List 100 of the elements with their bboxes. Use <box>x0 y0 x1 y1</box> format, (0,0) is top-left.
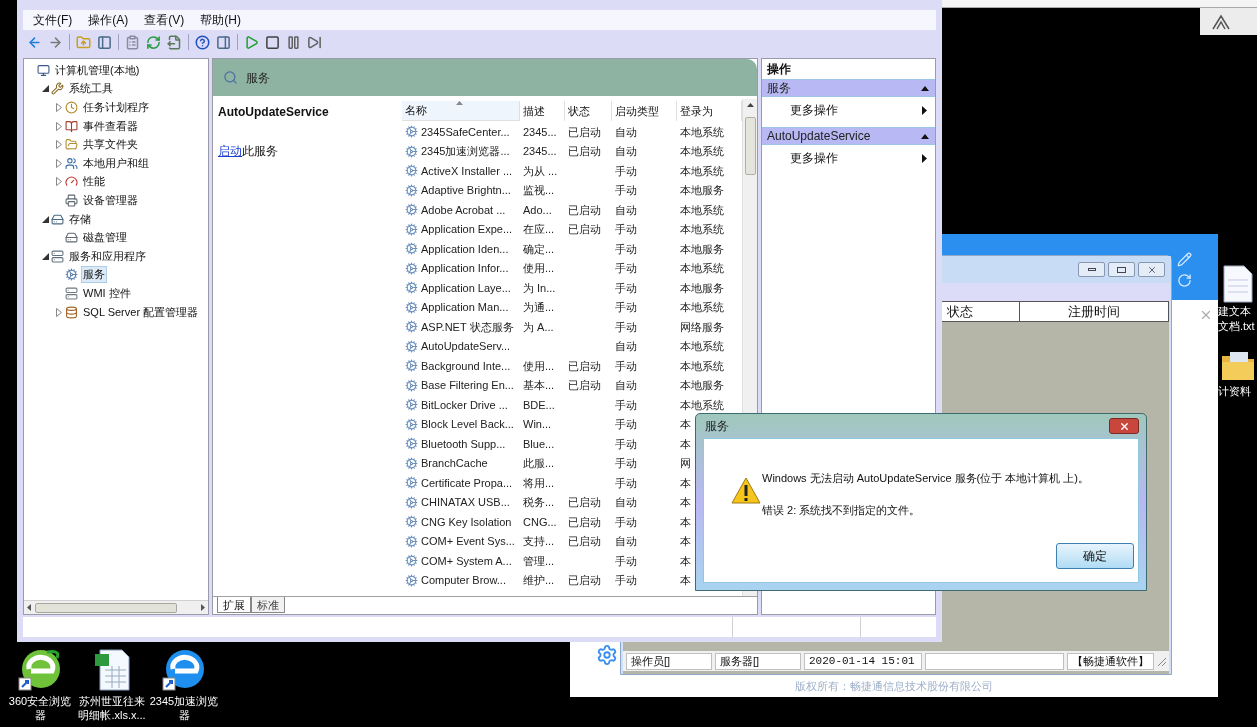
tree-item[interactable]: 本地用户和组 <box>81 154 151 172</box>
gear-icon <box>405 339 418 353</box>
gear-icon <box>405 495 418 509</box>
column-label: 描述 <box>523 103 545 119</box>
gear-icon <box>405 398 418 412</box>
table-cell-text: Application Iden... <box>421 241 509 257</box>
menu-item[interactable]: 文件(F) <box>31 11 75 29</box>
ok-button[interactable]: 确定 <box>1056 543 1134 569</box>
column-header[interactable]: 名称 <box>402 101 520 121</box>
tree-item[interactable]: 系统工具 <box>67 80 115 98</box>
export-icon[interactable] <box>167 34 182 50</box>
tree-item[interactable]: 服务 <box>81 266 107 284</box>
resize-grip-icon[interactable] <box>1157 656 1166 666</box>
desktop-icon-label[interactable]: 360安全浏览器 <box>5 694 75 722</box>
scroll-right-icon[interactable] <box>201 604 205 611</box>
action-item[interactable]: 更多操作 <box>762 145 935 171</box>
desktop-icon-label[interactable]: 2345加速浏览器 <box>149 694 219 722</box>
collapsed-arrow-icon[interactable] <box>56 121 62 131</box>
collapse-caret-icon[interactable] <box>921 85 929 91</box>
stop-icon[interactable] <box>265 34 280 50</box>
collapsed-arrow-icon[interactable] <box>56 158 62 168</box>
horizontal-scrollbar[interactable] <box>24 600 208 614</box>
tree-item[interactable]: 磁盘管理 <box>81 229 129 247</box>
desktop-icon-label[interactable]: 苏州世亚往来明细帐.xls.x... <box>77 694 147 722</box>
tree-item[interactable]: 事件查看器 <box>81 117 140 135</box>
tree-item[interactable]: 设备管理器 <box>81 191 140 209</box>
menu-item[interactable]: 查看(V) <box>142 11 187 29</box>
browser-shortcut-icon[interactable] <box>161 648 207 692</box>
tree-item[interactable]: 存储 <box>67 210 93 228</box>
collapsed-arrow-icon[interactable] <box>56 140 62 150</box>
column-header[interactable]: 描述 <box>520 101 565 121</box>
close-button[interactable] <box>1109 418 1139 434</box>
collapsed-arrow-icon[interactable] <box>56 103 62 112</box>
error-message: Windows 无法启动 AutoUpdateService 服务(位于 本地计算机 上)。 <box>762 471 1089 486</box>
view-tab[interactable]: 扩展 <box>217 597 251 613</box>
minimize-button[interactable] <box>1078 262 1105 277</box>
expanded-arrow-icon[interactable] <box>42 85 49 93</box>
action-item[interactable]: 更多操作 <box>762 97 935 123</box>
table-cell-text: 手动 <box>615 514 637 530</box>
table-cell-text: Background Inte... <box>421 358 511 374</box>
tree-item[interactable]: SQL Server 配置管理器 <box>81 303 201 321</box>
desktop-icon-label[interactable]: 建文本文档.txt <box>1218 304 1257 334</box>
collapse-caret-icon[interactable] <box>921 133 929 139</box>
pencil-icon[interactable] <box>1177 252 1192 267</box>
gear-icon <box>405 183 418 197</box>
collapsed-arrow-icon[interactable] <box>56 307 62 317</box>
table-cell-text: 网络服务 <box>680 319 724 335</box>
tree-item[interactable]: 共享文件夹 <box>81 136 140 154</box>
view-tab[interactable]: 标准 <box>251 597 285 613</box>
table-cell-text: 基本... <box>523 378 555 393</box>
close-icon[interactable] <box>1199 308 1213 322</box>
column-header[interactable]: 启动类型 <box>612 101 677 121</box>
pause-icon[interactable] <box>286 34 301 50</box>
table-cell-text: 本 <box>680 514 691 530</box>
browser-shortcut-icon[interactable] <box>17 648 63 692</box>
chevron-logo-icon <box>1212 13 1230 30</box>
scroll-left-icon[interactable] <box>27 604 31 611</box>
action-group-header[interactable]: 服务 <box>762 79 935 97</box>
collapsed-arrow-icon[interactable] <box>56 177 62 187</box>
table-cell-text: 将用... <box>523 475 555 491</box>
tree-item[interactable]: 计算机管理(本地) <box>53 61 142 79</box>
help-icon[interactable] <box>195 34 210 50</box>
table-cell-text: 手动 <box>615 280 637 296</box>
scroll-up-icon[interactable] <box>746 103 754 107</box>
action-group-header[interactable]: AutoUpdateService <box>762 127 935 145</box>
forward-arrow-icon[interactable] <box>48 34 63 50</box>
resume-icon[interactable] <box>307 34 322 50</box>
table-cell-text: 手动 <box>615 300 637 315</box>
scroll-thumb[interactable] <box>35 602 177 613</box>
menu-item[interactable]: 帮助(H) <box>198 11 243 29</box>
refresh-icon[interactable] <box>146 34 161 50</box>
refresh-icon[interactable] <box>1177 273 1192 288</box>
table-cell-text: 为通... <box>523 300 555 315</box>
clipboard-icon[interactable] <box>125 34 140 50</box>
column-header[interactable]: 状态 <box>947 302 1020 321</box>
maximize-button[interactable] <box>1108 262 1135 277</box>
column-header[interactable]: 状态 <box>565 101 612 121</box>
scroll-thumb[interactable] <box>744 117 756 175</box>
desktop-icon-label[interactable]: 计资料 <box>1218 384 1257 399</box>
tree-item[interactable]: WMI 控件 <box>81 284 133 302</box>
expanded-arrow-icon[interactable] <box>42 252 49 260</box>
column-header[interactable]: 注册时间 <box>1020 302 1168 321</box>
panel-icon[interactable] <box>216 34 231 50</box>
expanded-arrow-icon[interactable] <box>42 215 49 223</box>
table-cell-text: 自动 <box>615 339 637 354</box>
menu-item[interactable]: 操作(A) <box>86 11 131 29</box>
tree-item[interactable]: 任务计划程序 <box>81 99 151 116</box>
gear-icon <box>596 644 618 666</box>
table-cell-text: 手动 <box>615 397 637 413</box>
tree-item[interactable]: 性能 <box>81 173 107 191</box>
start-link[interactable]: 启动 <box>218 144 242 158</box>
back-arrow-icon[interactable] <box>27 34 42 50</box>
tree-item[interactable]: 服务和应用程序 <box>67 247 148 265</box>
actions-title: 操作 <box>766 61 792 78</box>
text-file-icon[interactable] <box>1221 264 1254 304</box>
group-label: 服务 <box>767 80 792 97</box>
clock-icon <box>65 101 78 114</box>
table-cell-text: 使用... <box>523 261 555 276</box>
panel-icon[interactable] <box>97 34 112 50</box>
play-icon[interactable] <box>244 34 259 50</box>
